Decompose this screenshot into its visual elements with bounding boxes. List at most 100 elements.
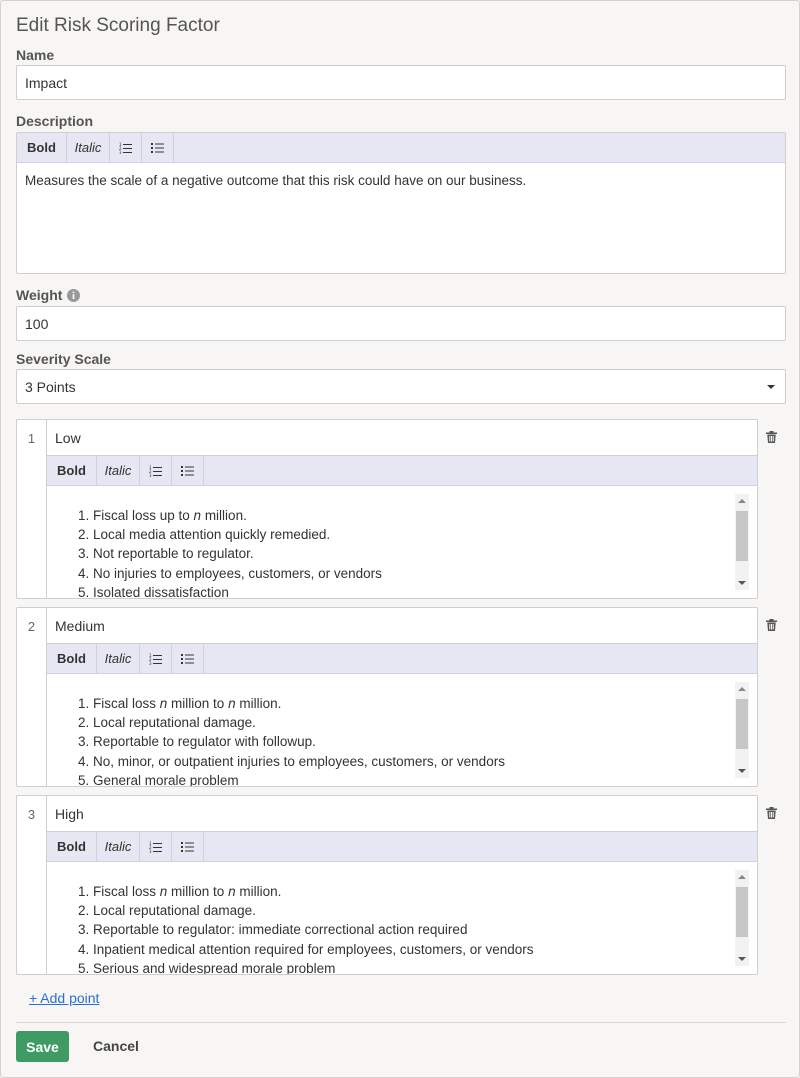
list-item: Isolated dissatisfaction (93, 583, 757, 598)
bold-button[interactable]: Bold (17, 133, 67, 162)
bold-button[interactable]: Bold (47, 456, 97, 485)
scroll-up-icon[interactable] (738, 499, 746, 503)
ordered-list-button[interactable]: 123 (140, 456, 172, 485)
severity-scale-value: 3 Points (25, 378, 76, 395)
bold-button[interactable]: Bold (47, 832, 97, 861)
severity-point: 3HighBoldItalic 123 Fiscal loss n million … (16, 795, 758, 975)
add-point-link[interactable]: + Add point (29, 990, 99, 1006)
delete-point-button[interactable] (766, 618, 780, 632)
point-number: 1 (17, 420, 47, 598)
point-number: 3 (17, 796, 47, 974)
delete-point-button[interactable] (766, 806, 780, 820)
ordered-list-button[interactable]: 123 (140, 832, 172, 861)
item-text: No, minor, or outpatient injuries to emp… (93, 753, 505, 769)
item-text: Fiscal loss (93, 696, 160, 711)
bullet-list-icon (150, 142, 164, 153)
list-item: Fiscal loss n million to n million. (93, 882, 757, 901)
point-number: 2 (17, 608, 47, 786)
list-item: No injuries to employees, customers, or … (93, 564, 757, 583)
point-description-editor[interactable]: Fiscal loss n million to n million. Local… (47, 862, 757, 974)
severity-scale-label: Severity Scale (16, 351, 111, 367)
item-text: Reportable to regulator: immediate corre… (93, 922, 468, 938)
description-label: Description (16, 113, 94, 129)
ordered-list-icon: 123 (149, 465, 162, 477)
cancel-button[interactable]: Cancel (93, 1038, 139, 1054)
point-name-input[interactable]: Low (47, 420, 757, 456)
list-item: Reportable to regulator with followup. (93, 732, 757, 751)
severity-scale-select[interactable]: 3 Points (16, 369, 786, 404)
point-description-editor[interactable]: Fiscal loss up to n million. Local media … (47, 486, 757, 598)
item-text: million to (167, 884, 229, 899)
ordered-list-button[interactable]: 123 (140, 644, 172, 673)
severity-point: 2MediumBoldItalic 123 Fiscal loss n millio… (16, 607, 758, 787)
name-label: Name (16, 47, 55, 63)
item-text: No injuries to employees, customers, or … (93, 565, 382, 581)
scroll-down-icon[interactable] (738, 957, 746, 961)
ordered-list-button[interactable]: 1 2 3 (110, 133, 142, 162)
list-item: Not reportable to regulator. (93, 544, 757, 563)
list-item: Fiscal loss up to n million. (93, 506, 757, 525)
item-text: Inpatient medical attention required for… (93, 941, 534, 957)
item-text: Local reputational damage. (93, 903, 256, 919)
point-toolbar: Bold Italic 1 2 3 (47, 832, 757, 862)
scrollbar-thumb[interactable] (736, 699, 748, 749)
info-icon[interactable] (67, 288, 81, 302)
scroll-up-icon[interactable] (738, 875, 746, 879)
item-text: million. (201, 508, 247, 523)
scrollbar[interactable] (735, 494, 749, 590)
svg-text:3: 3 (149, 473, 152, 477)
bold-button[interactable]: Bold (47, 644, 97, 673)
point-description-editor[interactable]: Fiscal loss n million to n million. Local… (47, 674, 757, 786)
delete-point-button[interactable] (766, 430, 780, 444)
item-text: General morale problem (93, 772, 239, 786)
scrollbar[interactable] (735, 870, 749, 966)
scroll-down-icon[interactable] (738, 769, 746, 773)
scrollbar-thumb[interactable] (736, 511, 748, 561)
variable-text: n (228, 696, 236, 711)
italic-button[interactable]: Italic (97, 456, 140, 485)
weight-input[interactable]: 100 (16, 306, 786, 341)
ordered-list-icon: 123 (149, 653, 162, 665)
trash-icon (766, 431, 777, 443)
list-item: No, minor, or outpatient injuries to emp… (93, 752, 757, 771)
list-item: Reportable to regulator: immediate corre… (93, 920, 757, 939)
variable-text: n (193, 508, 202, 523)
point-toolbar: Bold Italic 1 2 3 (47, 456, 757, 486)
bullet-list-icon (180, 653, 194, 664)
scrollbar-thumb[interactable] (736, 887, 748, 937)
item-text: million to (167, 696, 229, 711)
item-text: Local reputational damage. (93, 715, 256, 731)
point-description-list: Fiscal loss up to n million. Local media … (47, 486, 757, 598)
point-description-list: Fiscal loss n million to n million. Local… (47, 862, 757, 974)
save-button[interactable]: Save (16, 1031, 69, 1062)
item-text: Serious and widespread morale problem (93, 960, 336, 974)
trash-icon (766, 807, 777, 819)
trash-icon (766, 619, 777, 631)
item-text: Fiscal loss (93, 884, 160, 899)
bullet-list-button[interactable] (142, 133, 174, 162)
item-text: Local media attention quickly remedied. (93, 527, 331, 543)
italic-button[interactable]: Italic (97, 832, 140, 861)
page-title: Edit Risk Scoring Factor (16, 15, 220, 36)
caret-down-icon (767, 385, 775, 389)
point-name-input[interactable]: High (47, 796, 757, 832)
italic-button[interactable]: Italic (97, 644, 140, 673)
item-text: Fiscal loss up to (93, 508, 194, 523)
bullet-list-button[interactable] (172, 456, 204, 485)
description-editor: Bold Italic 1 2 3 Measures the scale of … (16, 132, 786, 274)
footer-divider (16, 1022, 786, 1023)
scroll-down-icon[interactable] (738, 581, 746, 585)
point-name-input[interactable]: Medium (47, 608, 757, 644)
name-input[interactable]: Impact (16, 65, 786, 100)
description-text[interactable]: Measures the scale of a negative outcome… (17, 163, 785, 198)
italic-button[interactable]: Italic (67, 133, 110, 162)
bullet-list-button[interactable] (172, 644, 204, 673)
scrollbar[interactable] (735, 682, 749, 778)
item-text: Not reportable to regulator. (93, 546, 254, 562)
list-item: Fiscal loss n million to n million. (93, 694, 757, 713)
ordered-list-icon: 123 (149, 841, 162, 853)
item-text: Reportable to regulator with followup. (93, 734, 316, 750)
item-text: million. (235, 696, 282, 711)
bullet-list-button[interactable] (172, 832, 204, 861)
scroll-up-icon[interactable] (738, 687, 746, 691)
